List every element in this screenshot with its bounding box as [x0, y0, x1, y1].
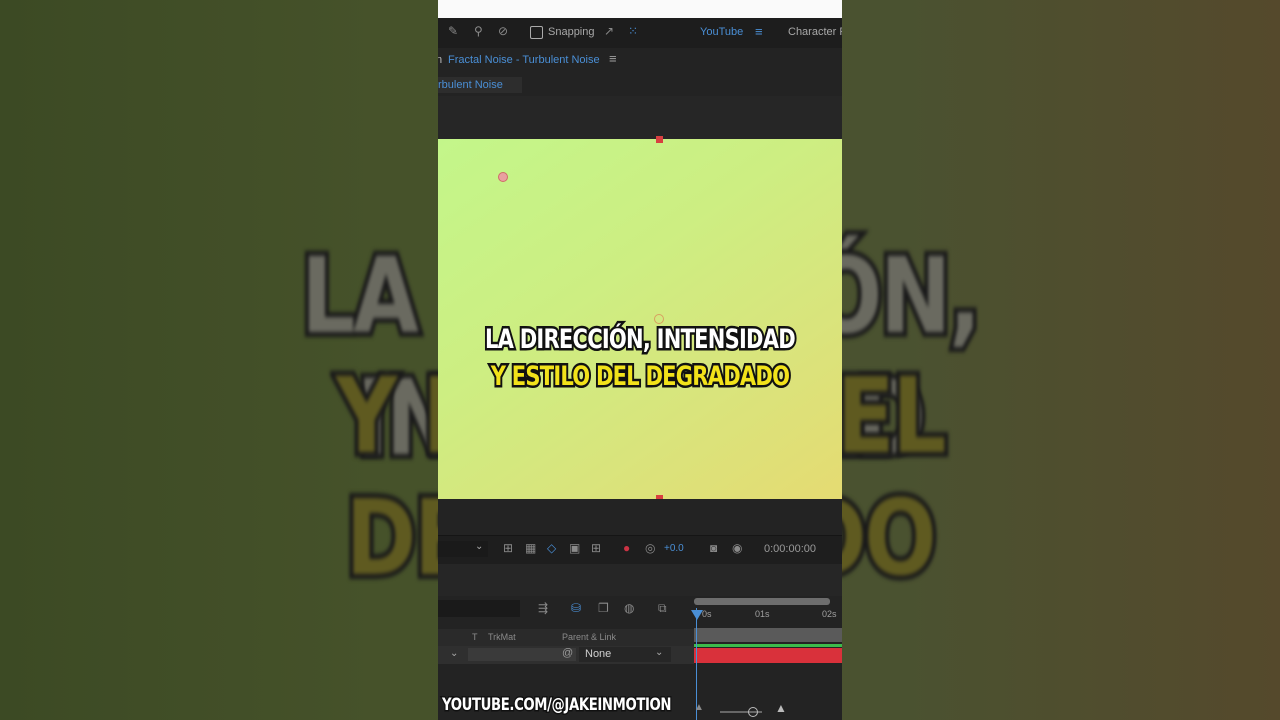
- viewer-pasteboard-bottom: [438, 499, 842, 535]
- video-frame: ✎ ⚲ ⊘ Snapping ↗ ⁙ YouTube ≡ Character F…: [438, 0, 842, 720]
- column-parent: Parent & Link: [562, 632, 617, 642]
- zoom-slider-thumb[interactable]: [748, 707, 758, 717]
- exposure-value[interactable]: +0.0: [664, 543, 684, 554]
- workspace-character[interactable]: Character F: [788, 26, 842, 38]
- column-t: T: [472, 632, 478, 642]
- anchor-point-icon[interactable]: [654, 314, 664, 324]
- composition-subtab[interactable]: rbulent Noise: [438, 77, 522, 93]
- draft-3d-icon[interactable]: ⛁: [571, 601, 581, 615]
- snap-grid-icon[interactable]: ⁙: [628, 24, 638, 38]
- parent-chevron-icon: ⌄: [655, 647, 664, 658]
- layer-duration-bar[interactable]: [694, 648, 842, 663]
- layer-handle-top[interactable]: [656, 136, 663, 143]
- top-bar: [438, 0, 842, 18]
- panel-prefix: n: [438, 54, 443, 66]
- viewer-controls: ⌄ ⊞ ▦ ◇ ▣ ⊞ ● ◎ +0.0 ◙ ◉ 0:00:00:00: [438, 535, 842, 565]
- timeline-tracks: 0s 01s 02s: [691, 596, 842, 720]
- panel-menu-icon[interactable]: ≡: [609, 51, 617, 66]
- camera-icon[interactable]: ◙: [710, 541, 717, 555]
- ruler-0s: 0s: [702, 609, 712, 619]
- layer-column-headers: T TrkMat Parent & Link: [438, 629, 694, 646]
- playhead-icon[interactable]: [691, 610, 703, 620]
- viewer-pasteboard-top: [438, 96, 842, 139]
- pick-whip-icon[interactable]: @: [562, 647, 573, 659]
- track-header-row: [694, 628, 842, 642]
- channels-icon[interactable]: ●: [623, 541, 630, 555]
- pen-tool-icon[interactable]: ✎: [448, 24, 458, 38]
- parent-dropdown[interactable]: None ⌄: [579, 647, 671, 662]
- fit-icon[interactable]: ⊞: [503, 541, 513, 555]
- snap-arrow-icon[interactable]: ↗: [604, 24, 614, 38]
- trkmat-dropdown[interactable]: [468, 648, 576, 661]
- snapping-label: Snapping: [548, 26, 595, 38]
- composition-viewer[interactable]: [438, 136, 842, 502]
- roto-tool-icon[interactable]: ⊘: [498, 24, 508, 38]
- workspace-youtube[interactable]: YouTube: [700, 26, 743, 38]
- track-top-strip: [694, 644, 842, 647]
- puppet-tool-icon[interactable]: ⚲: [474, 24, 483, 38]
- ruler-01s: 01s: [755, 609, 770, 619]
- composition-title[interactable]: Fractal Noise - Turbulent Noise: [448, 54, 600, 66]
- snapping-checkbox[interactable]: [530, 26, 543, 39]
- mask-icon[interactable]: ◇: [547, 541, 556, 555]
- zoom-out-icon[interactable]: ▲: [694, 702, 704, 713]
- transparency-grid-icon[interactable]: ▦: [525, 541, 536, 555]
- motion-blur-icon[interactable]: ◍: [624, 601, 634, 615]
- work-area-bar[interactable]: [694, 598, 830, 605]
- parent-value: None: [585, 648, 612, 660]
- composition-flowchart-icon[interactable]: ⇶: [538, 601, 548, 615]
- composition-panel-header: n Fractal Noise - Turbulent Noise ≡: [438, 48, 842, 74]
- current-timecode[interactable]: 0:00:00:00: [764, 543, 816, 555]
- zoom-in-icon[interactable]: ▲: [775, 701, 787, 715]
- layer-row[interactable]: ⌄ @ None ⌄: [438, 646, 694, 664]
- show-snapshot-icon[interactable]: ◉: [732, 541, 742, 555]
- graph-editor-icon[interactable]: ⧉: [658, 601, 667, 616]
- color-manage-icon[interactable]: ◎: [645, 541, 655, 555]
- trkmat-chevron-icon[interactable]: ⌄: [450, 648, 458, 659]
- hamburger-icon[interactable]: ≡: [755, 24, 763, 39]
- timeline-header-gap: [438, 564, 842, 596]
- column-trkmat: TrkMat: [488, 632, 516, 642]
- layer-search-input[interactable]: [438, 600, 520, 617]
- ruler-02s: 02s: [822, 609, 837, 619]
- effect-point-icon[interactable]: [498, 172, 508, 182]
- caption-line1: LA DIRECCIÓN, INTENSIDAD: [483, 322, 798, 358]
- chevron-down-icon[interactable]: ⌄: [475, 541, 483, 552]
- frame-blending-icon[interactable]: ❐: [598, 601, 609, 615]
- region-icon[interactable]: ▣: [569, 541, 580, 555]
- guides-icon[interactable]: ⊞: [591, 541, 601, 555]
- caption-line2: Y ESTILO DEL DEGRADADO: [489, 359, 792, 395]
- tools-toolbar: ✎ ⚲ ⊘ Snapping ↗ ⁙ YouTube ≡ Character F: [438, 18, 842, 49]
- channel-watermark: YOUTUBE.COM/@JAKEINMOTION: [441, 694, 673, 717]
